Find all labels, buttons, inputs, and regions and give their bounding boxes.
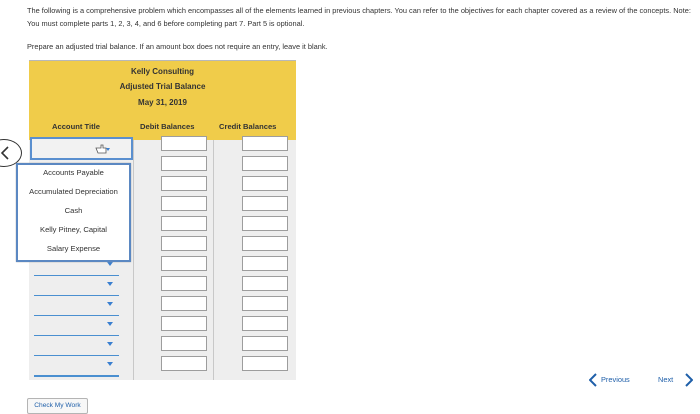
caret-down-icon — [107, 262, 113, 266]
debit-amount-input[interactable] — [161, 156, 207, 171]
caret-down-icon — [107, 342, 113, 346]
credit-amount-input[interactable] — [242, 196, 288, 211]
previous-button[interactable]: Previous — [589, 372, 640, 390]
company-name: Kelly Consulting — [130, 67, 195, 76]
chevron-right-icon — [685, 373, 693, 387]
hand-pointer-icon — [95, 144, 110, 154]
credit-amount-input[interactable] — [242, 216, 288, 231]
credit-amount-input[interactable] — [242, 136, 288, 151]
account-title-select[interactable] — [34, 316, 119, 336]
chevron-left-icon — [1, 146, 9, 160]
dropdown-option-accounts-payable[interactable]: Accounts Payable — [18, 168, 129, 177]
debit-amount-input[interactable] — [161, 296, 207, 311]
statement-title: Adjusted Trial Balance — [119, 82, 206, 91]
chevron-left-icon — [589, 373, 597, 387]
dropdown-option-accumulated-depreciation[interactable]: Accumulated Depreciation — [18, 187, 129, 196]
credit-amount-input[interactable] — [242, 356, 288, 371]
trial-balance-header: Kelly Consulting Adjusted Trial Balance … — [29, 60, 296, 140]
account-title-select[interactable] — [34, 336, 119, 356]
debit-amount-input[interactable] — [161, 316, 207, 331]
caret-down-icon — [107, 362, 113, 366]
column-account-title: Account Title — [52, 122, 100, 131]
debit-amount-input[interactable] — [161, 256, 207, 271]
credit-amount-input[interactable] — [242, 256, 288, 271]
account-title-dropdown[interactable]: Accounts Payable Accumulated Depreciatio… — [16, 163, 131, 262]
credit-amount-input[interactable] — [242, 176, 288, 191]
dropdown-option-cash[interactable]: Cash — [18, 206, 129, 215]
statement-date: May 31, 2019 — [138, 98, 187, 107]
caret-down-icon — [107, 282, 113, 286]
account-title-select[interactable] — [34, 296, 119, 316]
column-credit-balances: Credit Balances — [219, 122, 277, 131]
dropdown-option-salary-expense[interactable]: Salary Expense — [18, 244, 129, 253]
debit-amount-input[interactable] — [161, 196, 207, 211]
credit-amount-input[interactable] — [242, 236, 288, 251]
debit-amount-input[interactable] — [161, 216, 207, 231]
credit-amount-input[interactable] — [242, 336, 288, 351]
account-title-select[interactable] — [30, 137, 133, 160]
debit-amount-input[interactable] — [161, 276, 207, 291]
credit-amount-input[interactable] — [242, 276, 288, 291]
caret-down-icon — [107, 322, 113, 326]
credit-amount-input[interactable] — [242, 296, 288, 311]
prompt-text: Prepare an adjusted trial balance. If an… — [27, 42, 328, 51]
account-title-select[interactable] — [34, 276, 119, 296]
credit-amount-input[interactable] — [242, 316, 288, 331]
debit-amount-input[interactable] — [161, 176, 207, 191]
account-title-select[interactable] — [34, 376, 119, 377]
debit-amount-input[interactable] — [161, 136, 207, 151]
credit-amount-input[interactable] — [242, 156, 288, 171]
instructions-text: The following is a comprehensive problem… — [27, 6, 691, 28]
dropdown-option-kelly-pitney-capital[interactable]: Kelly Pitney, Capital — [18, 225, 129, 234]
debit-amount-input[interactable] — [161, 356, 207, 371]
caret-down-icon — [107, 302, 113, 306]
check-my-work-button[interactable]: Check My Work — [27, 398, 88, 414]
next-label: Next — [658, 375, 674, 384]
previous-label: Previous — [601, 375, 630, 384]
debit-amount-input[interactable] — [161, 236, 207, 251]
column-debit-balances: Debit Balances — [140, 122, 195, 131]
debit-amount-input[interactable] — [161, 336, 207, 351]
account-title-select[interactable] — [34, 356, 119, 376]
next-button[interactable]: Next — [655, 372, 693, 390]
